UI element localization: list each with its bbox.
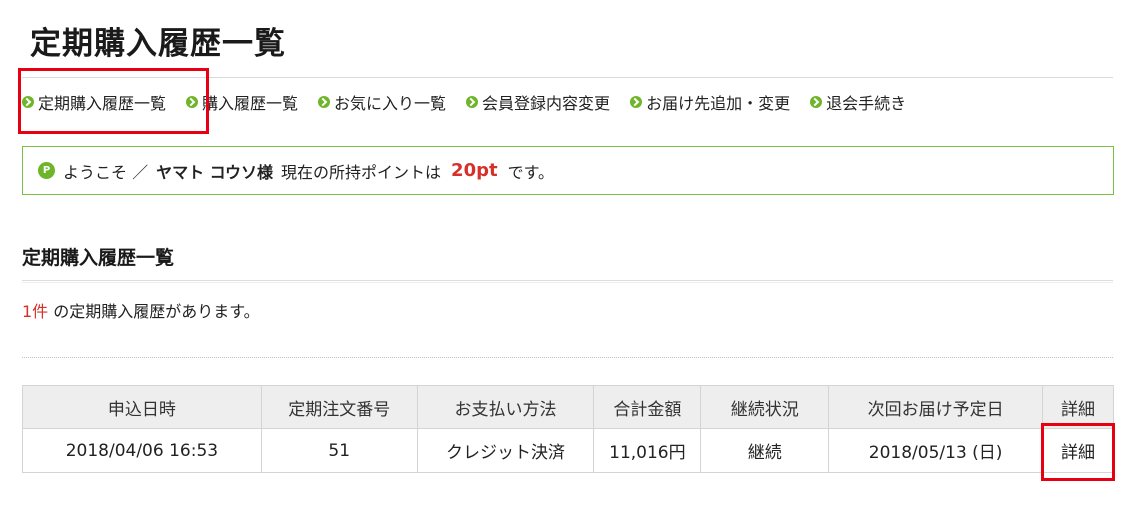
section-divider <box>22 280 1113 283</box>
subscription-history-table: 申込日時 定期注文番号 お支払い方法 合計金額 継続状況 次回お届け予定日 詳細… <box>22 385 1114 473</box>
nav-item-label: 購入履歴一覧 <box>202 94 299 113</box>
history-count-line: 1件 の定期購入履歴があります。 <box>22 298 260 322</box>
column-header: 合計金額 <box>593 385 702 429</box>
order-datetime: 2018/04/06 16:53 <box>22 428 262 473</box>
next-delivery-date: 2018/05/13 (日) <box>828 428 1044 473</box>
welcome-box: P ようこそ ／ ヤマト コウソ様 現在の所持ポイントは 20pt です。 <box>22 146 1114 195</box>
order-number: 51 <box>260 428 418 473</box>
history-count-text: の定期購入履歴があります。 <box>53 302 260 321</box>
point-icon: P <box>38 162 55 179</box>
section-title: 定期購入履歴一覧 <box>22 247 175 269</box>
nav-item-member-info[interactable]: 会員登録内容変更 <box>466 90 610 114</box>
page-title: 定期購入履歴一覧 <box>30 26 286 62</box>
dotted-divider <box>22 357 1113 358</box>
nav-item-label: 会員登録内容変更 <box>482 94 611 113</box>
table-header-row: 申込日時 定期注文番号 お支払い方法 合計金額 継続状況 次回お届け予定日 詳細 <box>22 385 1114 429</box>
column-header: お支払い方法 <box>416 385 595 429</box>
chevron-right-circle-icon <box>318 96 331 108</box>
chevron-right-circle-icon <box>630 96 643 108</box>
column-header: 次回お届け予定日 <box>828 385 1044 429</box>
nav-item-label: お気に入り一覧 <box>334 94 447 113</box>
nav-item-label: お届け先追加・変更 <box>646 94 791 113</box>
total-amount: 11,016円 <box>593 428 702 473</box>
column-header: 継続状況 <box>700 385 830 429</box>
chevron-right-circle-icon <box>466 96 479 108</box>
column-header: 申込日時 <box>22 385 262 429</box>
column-header: 定期注文番号 <box>260 385 418 429</box>
highlight-box-detail <box>1041 423 1115 481</box>
points-value: 20pt <box>451 160 498 181</box>
points-suffix: です。 <box>507 162 554 182</box>
chevron-right-circle-icon <box>810 96 823 108</box>
highlight-box-nav <box>18 68 209 134</box>
nav-item-label: 退会手続き <box>826 94 907 113</box>
member-name: ヤマト コウソ様 <box>156 162 274 182</box>
nav-item-withdrawal[interactable]: 退会手続き <box>810 90 906 114</box>
points-prefix: 現在の所持ポイントは <box>281 162 442 182</box>
nav-item-delivery-address[interactable]: お届け先追加・変更 <box>630 90 790 114</box>
welcome-greeting: ようこそ ／ <box>63 162 149 182</box>
nav-item-favorites[interactable]: お気に入り一覧 <box>318 90 446 114</box>
history-count: 1件 <box>22 302 49 321</box>
payment-method: クレジット決済 <box>416 428 595 473</box>
continuation-status: 継続 <box>700 428 830 473</box>
table-row: 2018/04/06 16:53 51 クレジット決済 11,016円 継続 2… <box>22 428 1114 473</box>
